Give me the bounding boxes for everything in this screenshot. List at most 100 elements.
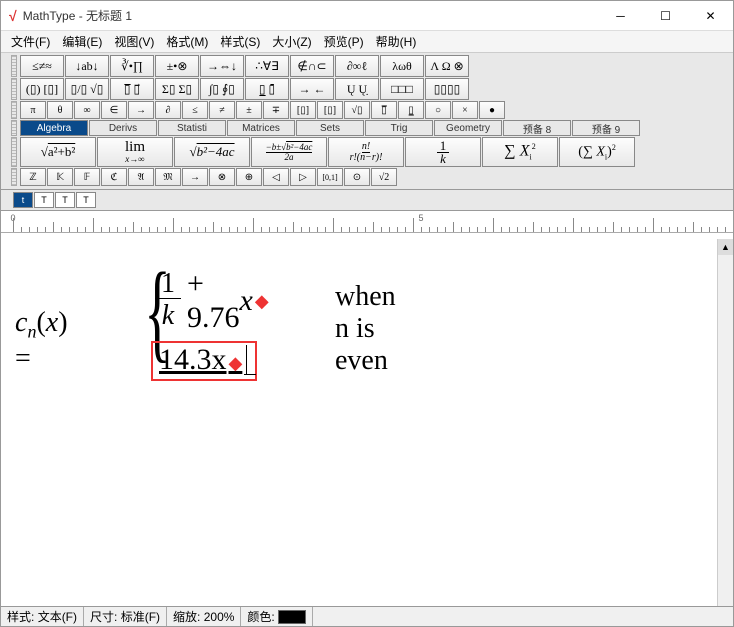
palette-logic[interactable]: ∴∀∃ bbox=[245, 55, 289, 77]
tmpl-boxes[interactable]: ▯▯▯▯ bbox=[425, 78, 469, 100]
status-style[interactable]: 样式: 文本(F) bbox=[1, 607, 84, 626]
palette-relations[interactable]: ≤≠≈ bbox=[20, 55, 64, 77]
menu-file[interactable]: 文件(F) bbox=[5, 31, 56, 52]
menu-format[interactable]: 格式(M) bbox=[160, 31, 214, 52]
sym-circle[interactable]: ○ bbox=[425, 101, 451, 119]
bb-z[interactable]: ℤ bbox=[20, 168, 46, 186]
sym-elementof[interactable]: ∈ bbox=[101, 101, 127, 119]
bb-f[interactable]: 𝔽 bbox=[74, 168, 100, 186]
palette-misc[interactable]: ∂∞ℓ bbox=[335, 55, 379, 77]
menu-view[interactable]: 视图(V) bbox=[108, 31, 160, 52]
palette-arrows[interactable]: →⇔↓ bbox=[200, 55, 244, 77]
status-size[interactable]: 尺寸: 标准(F) bbox=[84, 607, 167, 626]
ruler[interactable]: 0 5 bbox=[1, 211, 733, 233]
sym-dot[interactable]: ● bbox=[479, 101, 505, 119]
menu-size[interactable]: 大小(Z) bbox=[266, 31, 317, 52]
expr-lim[interactable]: limx→∞ bbox=[97, 137, 173, 167]
status-color[interactable]: 颜色: bbox=[241, 607, 313, 626]
small-tab-3[interactable]: T bbox=[55, 192, 75, 208]
small-tab-1[interactable]: t bbox=[13, 192, 33, 208]
sym-sqrt2[interactable]: √2 bbox=[371, 168, 397, 186]
tmpl-labelarrow[interactable]: → ← bbox=[290, 78, 334, 100]
palette-operators[interactable]: ±•⊗ bbox=[155, 55, 199, 77]
expr-comb[interactable]: n!r!(n−r)! bbox=[328, 137, 404, 167]
category-tab-derivs[interactable]: Derivs bbox=[89, 120, 157, 136]
sym-under[interactable]: ▯̲ bbox=[398, 101, 424, 119]
menu-edit[interactable]: 编辑(E) bbox=[56, 31, 108, 52]
status-zoom[interactable]: 缩放: 200% bbox=[167, 607, 241, 626]
sym-mp[interactable]: ∓ bbox=[263, 101, 289, 119]
palette-settheory[interactable]: ∉∩⊂ bbox=[290, 55, 334, 77]
category-tab-sets[interactable]: Sets bbox=[296, 120, 364, 136]
menu-preview[interactable]: 预览(P) bbox=[318, 31, 370, 52]
sym-infinity[interactable]: ∞ bbox=[74, 101, 100, 119]
sym-theta[interactable]: θ bbox=[47, 101, 73, 119]
category-tab-matrices[interactable]: Matrices bbox=[227, 120, 295, 136]
sym-box1[interactable]: [▯] bbox=[290, 101, 316, 119]
close-button[interactable]: ✕ bbox=[688, 1, 733, 30]
vertical-scrollbar[interactable]: ▲ bbox=[717, 239, 733, 606]
tmpl-fences[interactable]: (▯) [▯] bbox=[20, 78, 64, 100]
category-tab-algebra[interactable]: Algebra bbox=[20, 120, 88, 136]
small-tab-4[interactable]: T bbox=[76, 192, 96, 208]
sym-oplus[interactable]: ⊕ bbox=[236, 168, 262, 186]
palette-greek-uc[interactable]: Λ Ω ⊗ bbox=[425, 55, 469, 77]
small-tab-2[interactable]: T bbox=[34, 192, 54, 208]
toolbar-handle[interactable] bbox=[11, 168, 17, 186]
sym-interval[interactable]: [0,1] bbox=[317, 168, 343, 186]
category-tab-预备 9[interactable]: 预备 9 bbox=[572, 120, 640, 136]
sym-partial[interactable]: ∂ bbox=[155, 101, 181, 119]
toolbar-handle[interactable] bbox=[11, 120, 17, 136]
frak-c[interactable]: ℭ bbox=[101, 168, 127, 186]
frak-m[interactable]: 𝔐 bbox=[155, 168, 181, 186]
sym-odot[interactable]: ⊙ bbox=[344, 168, 370, 186]
minimize-button[interactable]: ─ bbox=[598, 1, 643, 30]
toolbar-handle[interactable] bbox=[11, 78, 17, 100]
category-tab-geometry[interactable]: Geometry bbox=[434, 120, 502, 136]
scroll-up-icon[interactable]: ▲ bbox=[718, 239, 733, 255]
sym-tri-r[interactable]: ▷ bbox=[290, 168, 316, 186]
tmpl-underover[interactable]: ▯̲ ▯̄ bbox=[245, 78, 289, 100]
tmpl-overbar[interactable]: ▯̅ ▯⃗ bbox=[110, 78, 154, 100]
tmpl-integral[interactable]: ∫▯ ∮▯ bbox=[200, 78, 244, 100]
sym-box2[interactable]: [▯] bbox=[317, 101, 343, 119]
sym-ne[interactable]: ≠ bbox=[209, 101, 235, 119]
sym-pi[interactable]: π bbox=[20, 101, 46, 119]
sym-tri-l[interactable]: ◁ bbox=[263, 168, 289, 186]
sym-rightarrow[interactable]: → bbox=[128, 101, 154, 119]
expr-pythag[interactable]: √a²+b² bbox=[20, 137, 96, 167]
sym-over[interactable]: ▯̅ bbox=[371, 101, 397, 119]
bb-k[interactable]: 𝕂 bbox=[47, 168, 73, 186]
sym-le[interactable]: ≤ bbox=[182, 101, 208, 119]
sym-to[interactable]: → bbox=[182, 168, 208, 186]
expr-1k[interactable]: 1k bbox=[405, 137, 481, 167]
sym-times[interactable]: × bbox=[452, 101, 478, 119]
maximize-button[interactable]: ☐ bbox=[643, 1, 688, 30]
sym-otimes[interactable]: ⊗ bbox=[209, 168, 235, 186]
tmpl-product[interactable]: Ų Ų̣ bbox=[335, 78, 379, 100]
menu-style[interactable]: 样式(S) bbox=[214, 31, 266, 52]
tmpl-fractions[interactable]: ▯/▯ √▯ bbox=[65, 78, 109, 100]
palette-embellish[interactable]: ∛•∏ bbox=[110, 55, 154, 77]
category-tab-预备 8[interactable]: 预备 8 bbox=[503, 120, 571, 136]
toolbar-handle[interactable] bbox=[11, 137, 17, 167]
expr-disc[interactable]: √b²−4ac bbox=[174, 137, 250, 167]
expr-quadratic[interactable]: −b±√b²−4ac2a bbox=[251, 137, 327, 167]
tmpl-matrix[interactable]: □□□ bbox=[380, 78, 424, 100]
frak-a[interactable]: 𝔄 bbox=[128, 168, 154, 186]
expr-sumx-sq[interactable]: (∑ Xi)2 bbox=[559, 137, 635, 167]
toolbar-handle[interactable] bbox=[11, 55, 17, 77]
sym-pm[interactable]: ± bbox=[236, 101, 262, 119]
case-row-1: 1k + 9.76x ◆ bbox=[155, 267, 269, 335]
tmpl-sum[interactable]: Σ▯ Σ▯ bbox=[155, 78, 199, 100]
expr-sumxsq[interactable]: ∑ Xi2 bbox=[482, 137, 558, 167]
category-tab-trig[interactable]: Trig bbox=[365, 120, 433, 136]
sym-sqrt[interactable]: √▯ bbox=[344, 101, 370, 119]
palette-spaces[interactable]: ↓ab↓ bbox=[65, 55, 109, 77]
editor-canvas[interactable]: cn(x) = { 1k + 9.76x ◆ when n is even 14… bbox=[1, 239, 717, 606]
menu-help[interactable]: 帮助(H) bbox=[370, 31, 423, 52]
case-row-2-selected[interactable]: 14.3x◆ bbox=[151, 341, 257, 381]
category-tab-statisti[interactable]: Statisti bbox=[158, 120, 226, 136]
palette-greek-lc[interactable]: λωθ bbox=[380, 55, 424, 77]
toolbar-handle[interactable] bbox=[11, 101, 17, 119]
